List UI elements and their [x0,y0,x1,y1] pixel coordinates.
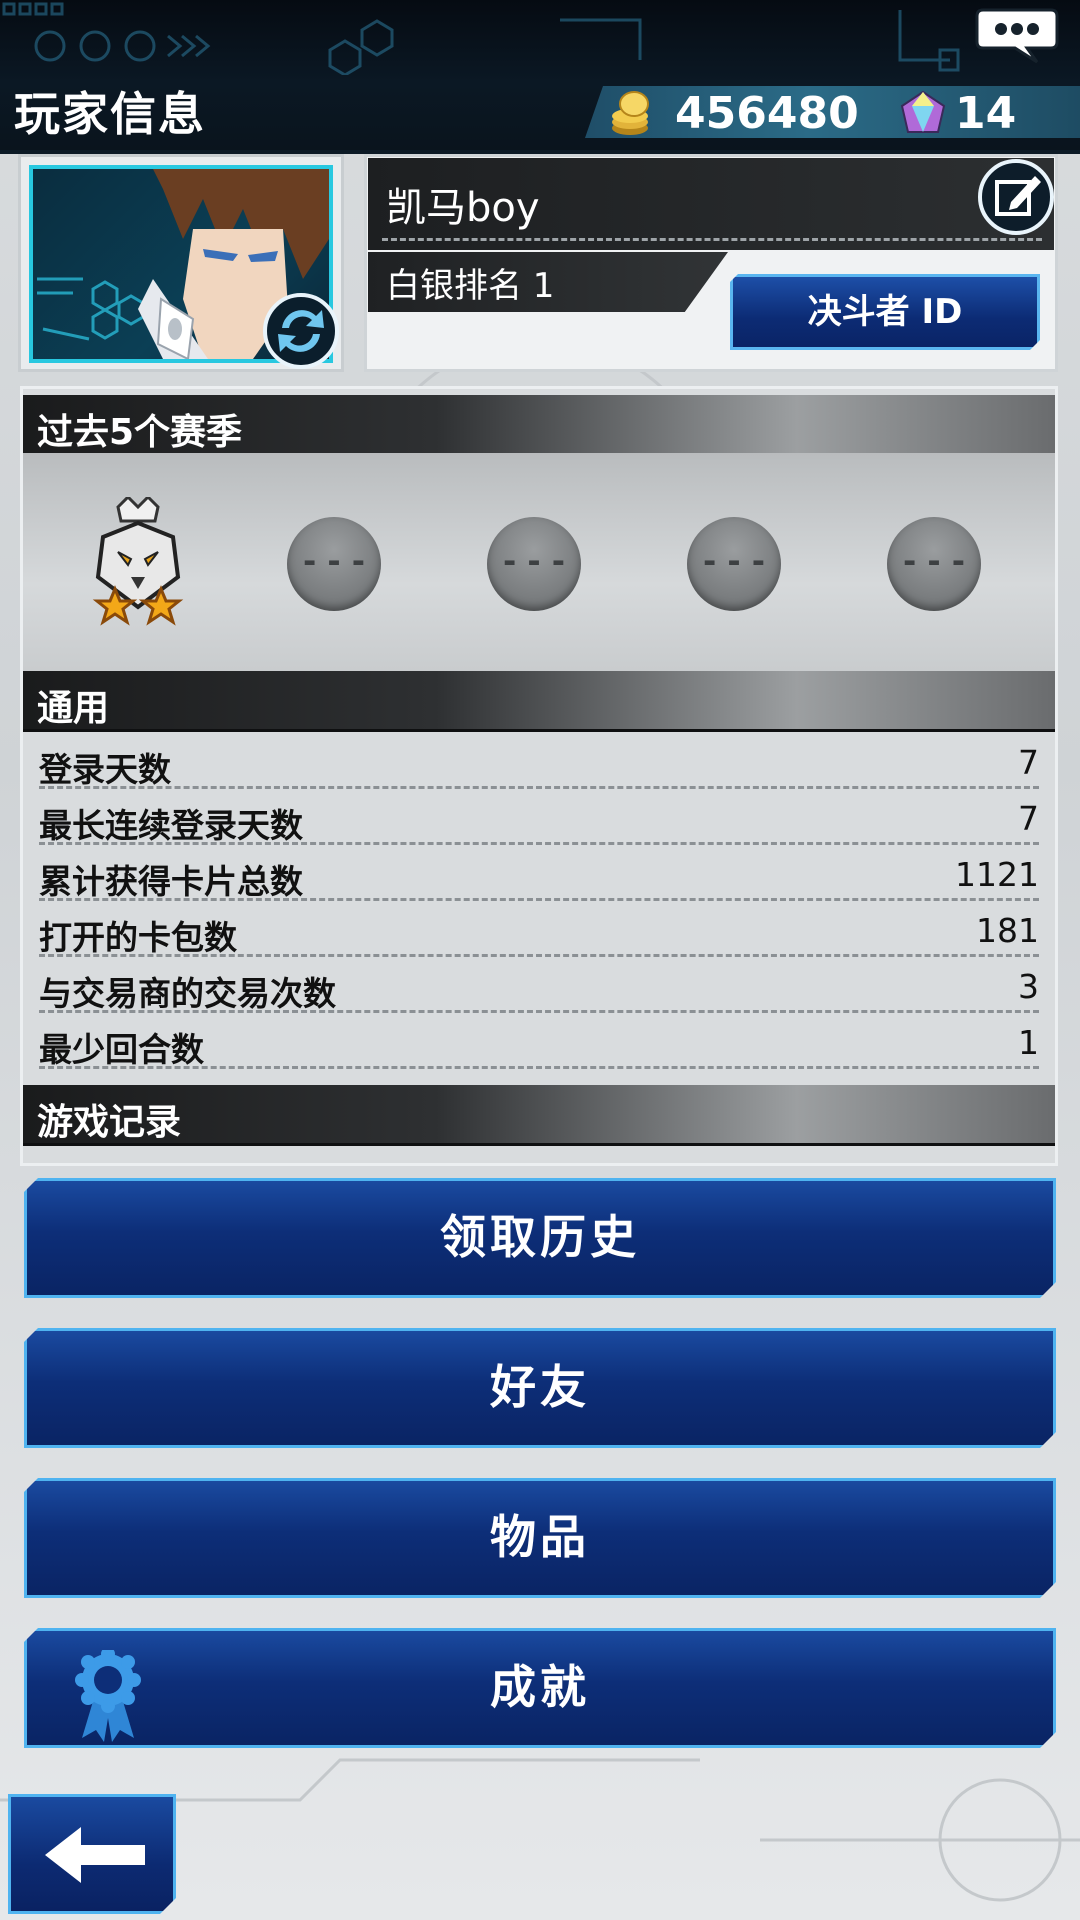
gem-icon [900,90,946,133]
friends-button[interactable]: 好友 [24,1328,1056,1448]
stat-row: 打开的卡包数 181 [39,901,1039,957]
header-decoration [2,2,960,75]
back-button[interactable] [8,1794,176,1914]
general-header: 通用 [23,671,1055,732]
stat-row: 累计获得卡片总数 1121 [39,845,1039,901]
claim-history-button[interactable]: 领取历史 [24,1178,1056,1298]
stat-row: 与交易商的交易次数 3 [39,957,1039,1013]
achievements-button[interactable]: 成就 [24,1628,1056,1748]
season-slot-empty: - - - [887,517,981,611]
chat-icon[interactable] [975,6,1059,64]
general-title: 通用 [37,688,110,729]
stat-label: 打开的卡包数 [39,918,237,957]
stat-value: 7 [1018,743,1039,782]
name-divider [382,238,1042,241]
page-title: 玩家信息 [14,87,206,141]
back-arrow-icon [41,1825,149,1885]
stat-row: 最长连续登录天数 7 [39,789,1039,845]
row-divider [39,1066,1039,1069]
game-record-header: 游戏记录 [23,1085,1055,1146]
stat-label: 登录天数 [39,750,171,789]
stat-label: 累计获得卡片总数 [39,862,303,901]
items-button[interactable]: 物品 [24,1478,1056,1598]
stat-row: 最少回合数 1 [39,1013,1039,1069]
gem-amount: 14 [955,88,1017,139]
stat-value: 1121 [955,855,1039,894]
season-badge-icon [92,497,184,626]
coin-icon [612,91,649,135]
stat-label: 最长连续登录天数 [39,806,303,845]
coin-amount: 456480 [675,88,859,139]
game-record-title: 游戏记录 [37,1102,182,1143]
season-slot-empty: - - - [287,517,381,611]
stat-value: 181 [976,911,1039,950]
stat-label: 收到“谭言！”的次数 [39,1155,346,1163]
stat-label: 最少回合数 [39,1030,204,1069]
stat-row: 登录天数 7 [39,733,1039,789]
stat-value: 7 [1018,799,1039,838]
duelist-id-button[interactable]: 决斗者 ID [730,274,1040,350]
stat-value: 3 [1018,967,1039,1006]
seasons-title: 过去5个赛季 [37,412,243,453]
stat-label: 与交易商的交易次数 [39,974,336,1013]
player-name: 凯马boy [386,185,540,231]
ribbon-icon [75,1650,141,1742]
season-slot-empty: - - - [487,517,581,611]
player-rank: 白银排名 1 [386,266,555,306]
refresh-icon[interactable] [262,292,340,370]
season-slot-empty: - - - [687,517,781,611]
edit-icon[interactable] [977,158,1055,236]
seasons-header: 过去5个赛季 [23,395,1055,456]
stat-value: 1 [1018,1023,1039,1062]
stats-panel[interactable]: 过去5个赛季 - - - - - - - - - - - - 通用 登录天数 7… [20,386,1058,1166]
stat-row-partial: 收到“谭言！”的次数 [39,1145,1039,1163]
seasons-area: - - - - - - - - - - - - [23,453,1055,671]
